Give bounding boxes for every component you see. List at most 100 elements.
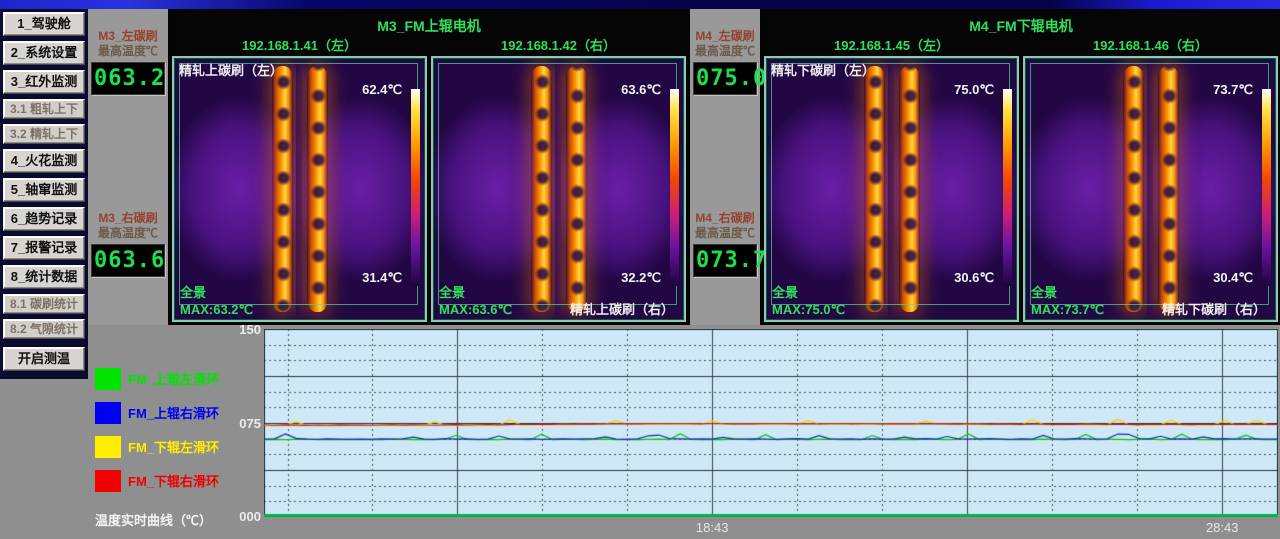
m3-right-brush-title: M3_右碳刷 — [88, 207, 168, 224]
sidebar-item-brush-stats[interactable]: 8.1 碳刷统计 — [3, 294, 85, 314]
trend-section: FM_上辊左滑环 FM_上辊右滑环 FM_下辊左滑环 FM_下辊右滑环 温度实时… — [88, 325, 1280, 539]
trend-chart-canvas — [264, 329, 1278, 517]
scale-high-temp: 63.6℃ — [621, 82, 661, 98]
scale-high-temp: 75.0℃ — [954, 82, 994, 98]
sidebar-item-trend-record[interactable]: 6_趋势记录 — [3, 207, 85, 231]
camera-ip-label: 192.168.1.46（右） — [1021, 35, 1280, 53]
max-temp-unit-label: 最高温度℃ — [88, 224, 168, 241]
panorama-label: 全景 — [180, 282, 206, 301]
max-temp-overlay: MAX:75.0℃ — [772, 302, 845, 318]
sidebar-button-stack: 1_驾驶舱 2_系统设置 3_红外监测 3.1 粗轧上下 3.2 精轧上下 4_… — [0, 9, 88, 379]
sidebar-item-cockpit[interactable]: 1_驾驶舱 — [3, 12, 85, 36]
measure-region-box — [179, 63, 418, 305]
m4-left-brush-block: M4_左碳刷 最高温度℃ 075.0 — [690, 25, 760, 95]
scale-low-temp: 31.4℃ — [362, 270, 402, 286]
sidebar: 1_驾驶舱 2_系统设置 3_红外监测 3.1 粗轧上下 3.2 精轧上下 4_… — [0, 9, 88, 539]
m3-group-title: M3_FM上辊电机 — [170, 9, 688, 35]
legend-label: FM_上辊右滑环 — [128, 403, 219, 422]
temperature-colorbar — [411, 89, 420, 286]
m3-motor-group: M3_FM上辊电机 192.168.1.41（左） 192.168.1.42（右… — [170, 9, 688, 325]
panorama-label: 全景 — [772, 282, 798, 301]
measure-region-box — [438, 63, 677, 305]
measure-region-box — [1030, 63, 1269, 305]
sidebar-item-alarm-record[interactable]: 7_报警记录 — [3, 236, 85, 260]
m4-camera-row: 75.0℃ 30.6℃ 全景 MAX:75.0℃ 精轧下碳刷（左） 73.7℃ … — [762, 56, 1280, 325]
m4-right-brush-title: M4_右碳刷 — [690, 207, 760, 224]
camera-ip-label: 192.168.1.45（左） — [762, 35, 1021, 53]
legend-swatch — [95, 436, 121, 458]
m3-left-brush-temp-display: 063.2 — [91, 62, 165, 95]
camera-position-label: 精轧上碳刷（左） — [179, 60, 283, 79]
sidebar-item-airgap-stats[interactable]: 8.2 气隙统计 — [3, 319, 85, 339]
temperature-colorbar — [670, 89, 679, 286]
scale-low-temp: 30.6℃ — [954, 270, 994, 286]
x-axis-tick: 28:43 — [1206, 520, 1239, 535]
scale-high-temp: 62.4℃ — [362, 82, 402, 98]
max-temp-overlay: MAX:63.2℃ — [180, 302, 253, 318]
sidebar-item-infrared-monitor[interactable]: 3_红外监测 — [3, 70, 85, 94]
legend-label: FM_上辊左滑环 — [128, 369, 219, 388]
scale-high-temp: 73.7℃ — [1213, 82, 1253, 98]
x-axis-labels: 18:43 28:43 — [264, 517, 1278, 537]
sidebar-item-axial-monitor[interactable]: 5_轴窜监测 — [3, 178, 85, 202]
main-area: M3_左碳刷 最高温度℃ 063.2 M3_右碳刷 最高温度℃ 063.6 M3… — [88, 9, 1280, 539]
app-content: 1_驾驶舱 2_系统设置 3_红外监测 3.1 粗轧上下 3.2 精轧上下 4_… — [0, 9, 1280, 539]
camera-position-label: 精轧下碳刷（右） — [1162, 299, 1266, 318]
m3-ip-row: 192.168.1.41（左） 192.168.1.42（右） — [170, 35, 688, 53]
m4-right-brush-temp-display: 073.7 — [693, 244, 757, 277]
x-axis-tick: 18:43 — [696, 520, 729, 535]
y-axis-tick: 000 — [238, 509, 261, 524]
thermal-image-m4-left: 75.0℃ 30.6℃ 全景 MAX:75.0℃ 精轧下碳刷（左） — [764, 56, 1019, 322]
start-measure-button[interactable]: 开启测温 — [3, 347, 85, 371]
legend-swatch — [95, 402, 121, 424]
legend-item: FM_上辊右滑环 — [95, 401, 238, 424]
trend-chart-region: 150 075 000 18:43 28:43 — [238, 325, 1280, 539]
camera-position-label: 精轧下碳刷（左） — [771, 60, 875, 79]
max-temp-overlay: MAX:63.6℃ — [439, 302, 512, 318]
thermal-image-m3-left: 62.4℃ 31.4℃ 全景 MAX:63.2℃ 精轧上碳刷（左） — [172, 56, 427, 322]
max-temp-unit-label: 最高温度℃ — [690, 42, 760, 59]
panorama-label: 全景 — [1031, 282, 1057, 301]
trend-plot — [264, 329, 1278, 517]
sidebar-item-statistics[interactable]: 8_统计数据 — [3, 265, 85, 289]
m3-right-brush-block: M3_右碳刷 最高温度℃ 063.6 — [88, 207, 168, 277]
y-axis-tick: 075 — [238, 416, 261, 431]
m3-right-brush-temp-display: 063.6 — [91, 244, 165, 277]
measure-region-box — [771, 63, 1010, 305]
legend-swatch — [95, 368, 121, 390]
legend-label: FM_下辊右滑环 — [128, 471, 219, 490]
m3-left-brush-block: M3_左碳刷 最高温度℃ 063.2 — [88, 25, 168, 95]
camera-ip-label: 192.168.1.42（右） — [429, 35, 688, 53]
legend-item: FM_上辊左滑环 — [95, 367, 238, 390]
camera-ip-label: 192.168.1.41（左） — [170, 35, 429, 53]
thermal-image-m4-right: 73.7℃ 30.4℃ 全景 MAX:73.7℃ 精轧下碳刷（右） — [1023, 56, 1278, 322]
m4-motor-group: M4_FM下辊电机 192.168.1.45（左） 192.168.1.46（右… — [762, 9, 1280, 325]
sidebar-item-system-settings[interactable]: 2_系统设置 — [3, 41, 85, 65]
m3-camera-row: 62.4℃ 31.4℃ 全景 MAX:63.2℃ 精轧上碳刷（左） 63.6℃ … — [170, 56, 688, 325]
thermal-image-m3-right: 63.6℃ 32.2℃ 全景 MAX:63.6℃ 精轧上碳刷（右） — [431, 56, 686, 322]
scale-low-temp: 30.4℃ — [1213, 270, 1253, 286]
legend-swatch — [95, 470, 121, 492]
max-temp-overlay: MAX:73.7℃ — [1031, 302, 1104, 318]
max-temp-unit-label: 最高温度℃ — [88, 42, 168, 59]
camera-position-label: 精轧上碳刷（右） — [570, 299, 674, 318]
sidebar-item-spark-monitor[interactable]: 4_火花监测 — [3, 149, 85, 173]
sidebar-item-finish-mill-updown[interactable]: 3.2 精轧上下 — [3, 124, 85, 144]
m4-left-brush-temp-display: 075.0 — [693, 62, 757, 95]
legend-item: FM_下辊右滑环 — [95, 469, 238, 492]
m3-readings-panel: M3_左碳刷 最高温度℃ 063.2 M3_右碳刷 最高温度℃ 063.6 — [88, 9, 168, 325]
sidebar-item-rough-mill-updown[interactable]: 3.1 粗轧上下 — [3, 99, 85, 119]
scale-low-temp: 32.2℃ — [621, 270, 661, 286]
m4-ip-row: 192.168.1.45（左） 192.168.1.46（右） — [762, 35, 1280, 53]
chart-legend: FM_上辊左滑环 FM_上辊右滑环 FM_下辊左滑环 FM_下辊右滑环 温度实时… — [88, 325, 238, 539]
y-axis-tick: 150 — [238, 322, 261, 337]
m3-left-brush-title: M3_左碳刷 — [88, 25, 168, 42]
legend-label: FM_下辊左滑环 — [128, 437, 219, 456]
window-titlebar — [0, 0, 1280, 9]
m4-group-title: M4_FM下辊电机 — [762, 9, 1280, 35]
panorama-label: 全景 — [439, 282, 465, 301]
chart-caption: 温度实时曲线（℃） — [95, 510, 238, 533]
m4-readings-panel: M4_左碳刷 最高温度℃ 075.0 M4_右碳刷 最高温度℃ 073.7 — [690, 9, 760, 325]
temperature-colorbar — [1003, 89, 1012, 286]
m4-right-brush-block: M4_右碳刷 最高温度℃ 073.7 — [690, 207, 760, 277]
